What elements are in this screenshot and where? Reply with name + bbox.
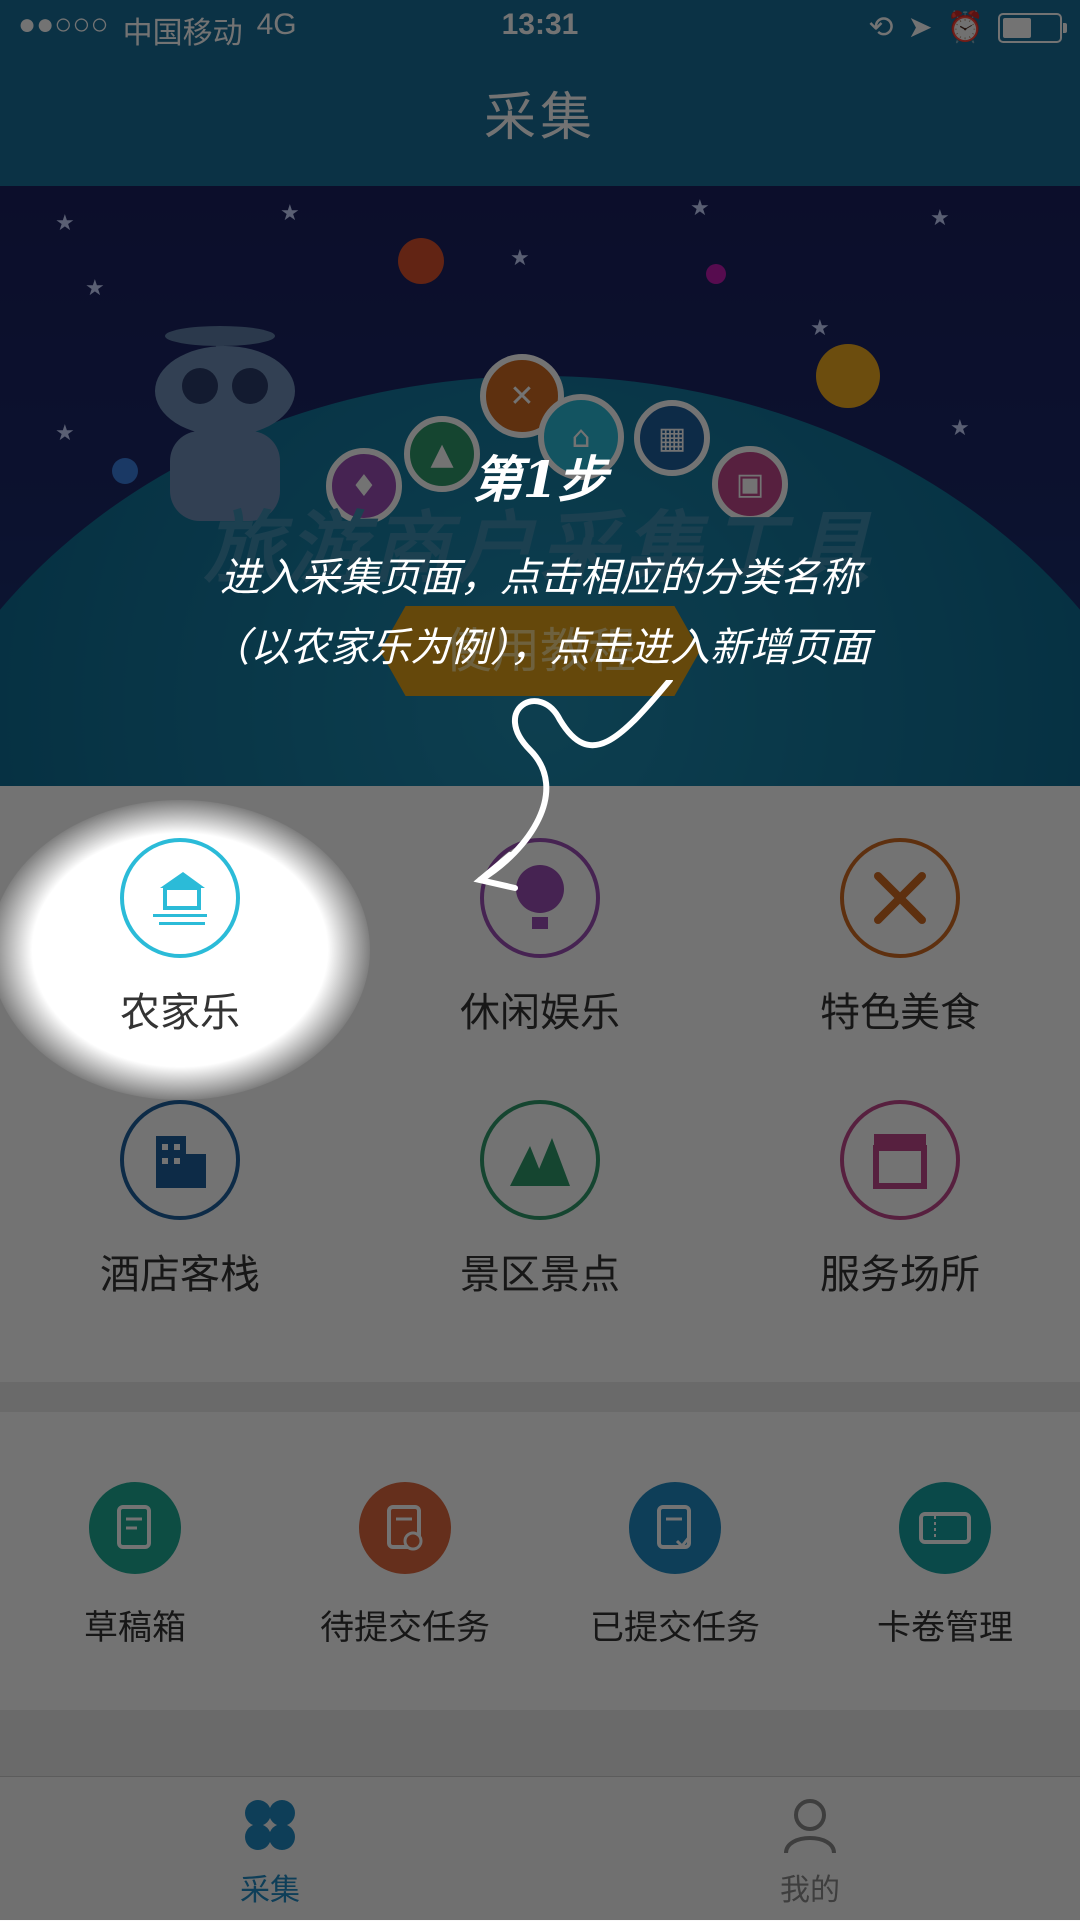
- task-pending[interactable]: 待提交任务: [270, 1482, 540, 1649]
- battery-icon: [998, 12, 1067, 43]
- farmhouse-icon: [120, 838, 240, 958]
- guide-step: 第1步: [472, 450, 608, 509]
- collect-icon: [245, 1800, 295, 1850]
- task-coupons[interactable]: 卡卷管理: [810, 1482, 1080, 1649]
- rotation-lock-icon: ⟲: [868, 11, 894, 44]
- planet-icon: [398, 238, 444, 284]
- star-icon: ★: [85, 276, 105, 301]
- category-label: 农家乐: [120, 990, 240, 1036]
- planet-icon: [816, 344, 880, 408]
- alarm-icon: ⏰: [946, 11, 984, 44]
- category-label: 休闲娱乐: [460, 990, 620, 1036]
- tab-label: 我的: [780, 1873, 840, 1908]
- star-icon: ★: [690, 196, 710, 221]
- store-icon: [840, 1100, 960, 1220]
- draft-icon: [89, 1482, 181, 1574]
- hotel-icon: [120, 1100, 240, 1220]
- star-icon: ★: [810, 316, 830, 341]
- star-icon: ★: [950, 416, 970, 441]
- submitted-task-icon: [629, 1482, 721, 1574]
- task-label: 已提交任务: [590, 1608, 760, 1648]
- task-shortcuts: 草稿箱 待提交任务 已提交任务 卡卷管理: [0, 1412, 1080, 1710]
- mountain-icon: [480, 1100, 600, 1220]
- category-label: 服务场所: [820, 1252, 980, 1298]
- page-title: 采集: [0, 50, 1080, 186]
- category-food[interactable]: 特色美食: [720, 786, 1080, 1046]
- category-farmhouse-highlighted[interactable]: 农家乐: [0, 786, 360, 1046]
- category-label: 酒店客栈: [100, 1252, 260, 1298]
- status-bar: ●●○○○ 中国移动 4G 13:31 ⟲ ➤ ⏰: [0, 0, 1080, 50]
- guide-line1: 进入采集页面，点击相应的分类名称: [220, 555, 860, 601]
- category-label: 特色美食: [820, 990, 980, 1036]
- guide-arrow-icon: [473, 680, 673, 891]
- category-label: 景区景点: [460, 1252, 620, 1298]
- task-label: 卡卷管理: [877, 1608, 1013, 1648]
- star-icon: ★: [930, 206, 950, 231]
- task-submitted[interactable]: 已提交任务: [540, 1482, 810, 1649]
- tab-bar: 采集 我的: [0, 1776, 1080, 1921]
- task-drafts[interactable]: 草稿箱: [0, 1482, 270, 1649]
- star-icon: ★: [280, 201, 300, 226]
- star-icon: ★: [55, 211, 75, 236]
- planet-icon: [706, 264, 726, 284]
- tab-profile[interactable]: 我的: [540, 1795, 1080, 1909]
- location-icon: ➤: [907, 11, 933, 44]
- pending-task-icon: [359, 1482, 451, 1574]
- category-scenic[interactable]: 景区景点: [360, 1048, 720, 1308]
- task-label: 待提交任务: [320, 1608, 490, 1648]
- guide-line2: （以农家乐为例），点击进入新增页面: [210, 625, 870, 671]
- fork-knife-icon: [840, 838, 960, 958]
- profile-icon: [784, 1799, 836, 1854]
- tab-collect[interactable]: 采集: [0, 1795, 540, 1909]
- status-right: ⟲ ➤ ⏰: [868, 10, 1067, 45]
- star-icon: ★: [510, 246, 530, 271]
- task-label: 草稿箱: [84, 1608, 186, 1648]
- tab-label: 采集: [240, 1873, 300, 1908]
- category-service[interactable]: 服务场所: [720, 1048, 1080, 1308]
- coupon-icon: [899, 1482, 991, 1574]
